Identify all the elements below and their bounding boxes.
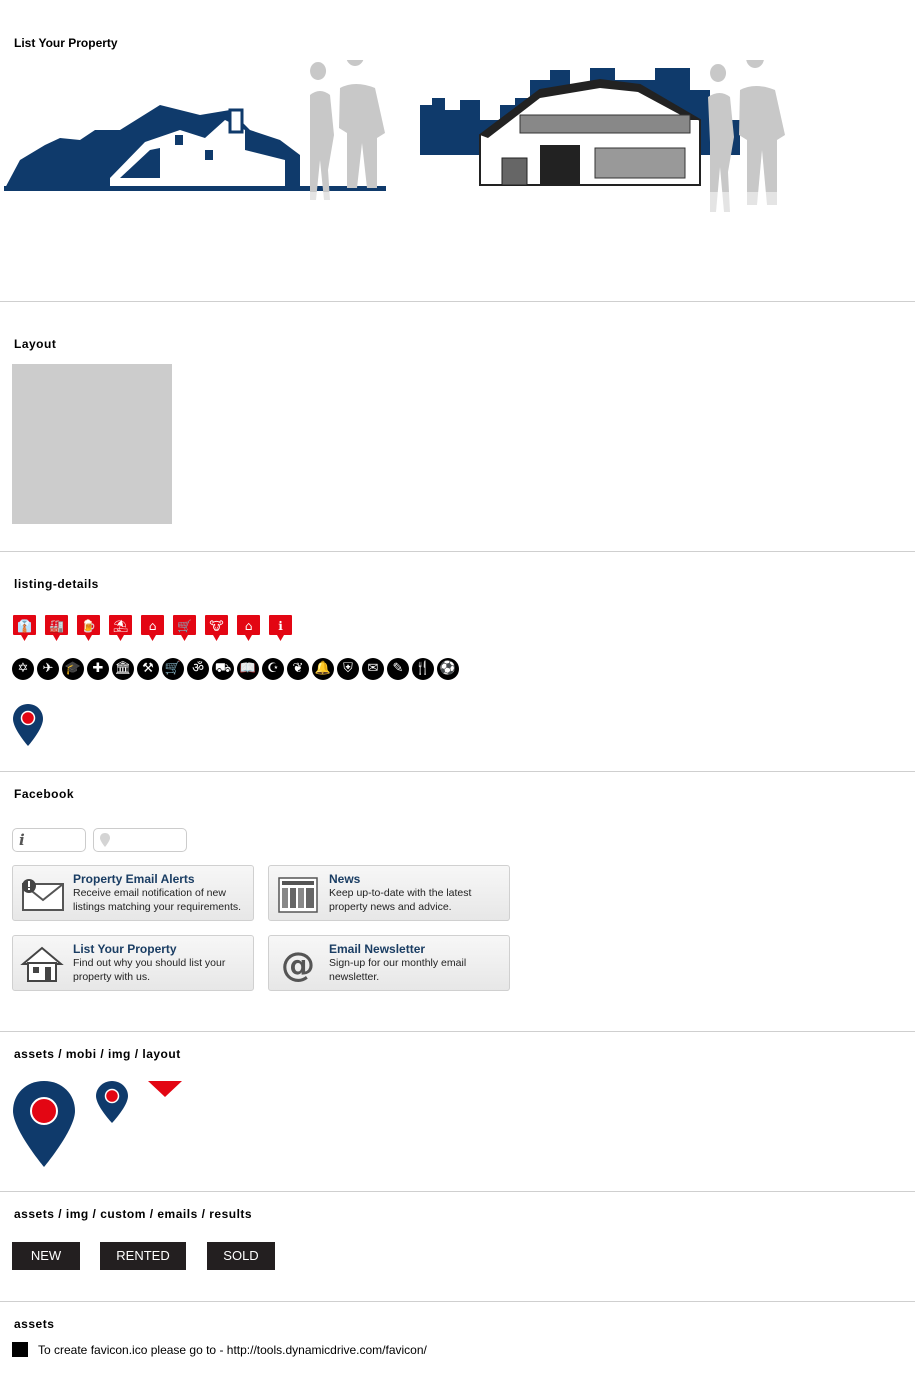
triangle-down-icon — [148, 1081, 182, 1097]
beach-icon: ⛱ — [108, 614, 133, 642]
mobi-layout-title: assets / mobi / img / layout — [14, 1047, 181, 1061]
svg-text:⌂: ⌂ — [245, 619, 253, 633]
bank-icon: 🏛 — [112, 658, 134, 680]
newspaper-icon — [278, 877, 318, 913]
airplane-icon: ✈ — [37, 658, 59, 680]
house-badge-icon: ⌂ — [236, 614, 261, 642]
card-description: Sign-up for our monthly email newsletter… — [329, 957, 467, 983]
pencil-icon: ✎ — [387, 658, 409, 680]
at-sign-icon: @ — [281, 945, 315, 984]
circle-icon-row: ✡ ✈ 🎓 ✚ 🏛 ⚒ 🛒 ॐ ⛟ 📖 ☪ ❦ 🔔 ⛨ ✉ ✎ 🍴 ⚽ — [12, 658, 459, 680]
graduation-cap-icon: 🎓 — [62, 658, 84, 680]
svg-text:🍺: 🍺 — [81, 618, 96, 633]
house-scene-left — [4, 60, 386, 200]
cross-icon: ✚ — [87, 658, 109, 680]
svg-text:⌂: ⌂ — [149, 619, 157, 633]
shopping-cart-icon: 🛒 — [172, 614, 197, 642]
section-divider — [0, 551, 915, 552]
favicon-note: To create favicon.ico please go to - htt… — [38, 1343, 427, 1357]
svg-text:🛒: 🛒 — [177, 619, 192, 633]
crescent-icon: ☪ — [262, 658, 284, 680]
om-icon: ॐ — [187, 658, 209, 680]
hero-banner-image — [0, 60, 800, 272]
layout-placeholder-image — [12, 364, 172, 524]
section-divider — [0, 301, 915, 302]
cutlery-icon: 🍴 — [412, 658, 434, 680]
card-title: Property Email Alerts — [73, 872, 195, 886]
svg-text:ℹ: ℹ — [278, 619, 283, 633]
tie-icon: 👔 — [12, 614, 37, 642]
bell-icon: 🔔 — [312, 658, 334, 680]
list-property-title: List Your Property — [14, 36, 118, 50]
svg-text:🐮: 🐮 — [209, 619, 223, 633]
svg-text:@: @ — [281, 945, 315, 984]
shopping-cart-icon: 🛒 — [162, 658, 184, 680]
section-divider — [0, 1191, 915, 1192]
email-newsletter-card[interactable]: @ Email Newsletter Sign-up for our month… — [268, 935, 510, 991]
book-icon: 📖 — [237, 658, 259, 680]
section-divider — [0, 1031, 915, 1032]
listing-details-title: listing-details — [14, 577, 99, 591]
cow-icon: 🐮 — [204, 614, 229, 642]
new-badge: NEW — [12, 1242, 80, 1270]
card-title: News — [329, 872, 361, 886]
shield-icon: ⛨ — [337, 658, 359, 680]
location-input[interactable] — [93, 828, 187, 852]
svg-text:🏭: 🏭 — [49, 619, 64, 633]
news-card[interactable]: News Keep up-to-date with the latest pro… — [268, 865, 510, 921]
card-title: Email Newsletter — [329, 942, 426, 956]
section-divider — [0, 1301, 915, 1302]
red-pin-icon-row: 👔 🏭 🍺 ⛱ ⌂ 🛒 🐮 ⌂ ℹ — [12, 614, 293, 642]
map-pin-navy-icon — [13, 704, 43, 746]
house-icon — [20, 946, 64, 982]
card-title: List Your Property — [73, 942, 177, 956]
rented-badge: RENTED — [100, 1242, 186, 1270]
info-input[interactable]: i — [12, 828, 86, 852]
home-icon: ⌂ — [140, 614, 165, 642]
list-property-card[interactable]: List Your Property Find out why you shou… — [12, 935, 254, 991]
email-alert-icon — [22, 879, 64, 911]
layout-title: Layout — [14, 337, 57, 351]
svg-text:⛱: ⛱ — [113, 619, 128, 633]
leaf-icon: ❦ — [287, 658, 309, 680]
card-description: Keep up-to-date with the latest property… — [329, 887, 472, 913]
card-description: Find out why you should list your proper… — [73, 957, 226, 983]
favicon-preview — [12, 1342, 28, 1357]
card-description: Receive email notification of new listin… — [73, 887, 242, 913]
location-pin-icon — [100, 833, 110, 847]
svg-text:👔: 👔 — [17, 619, 32, 633]
soccer-ball-icon: ⚽ — [437, 658, 459, 680]
email-alerts-card[interactable]: Property Email Alerts Receive email noti… — [12, 865, 254, 921]
gavel-icon: ⚒ — [137, 658, 159, 680]
envelope-icon: ✉ — [362, 658, 384, 680]
office-scene-right — [420, 60, 785, 212]
map-pin-small-icon — [96, 1081, 128, 1123]
section-divider — [0, 771, 915, 772]
info-i-icon: i — [19, 831, 25, 849]
truck-icon: ⛟ — [212, 658, 234, 680]
facebook-title: Facebook — [14, 787, 75, 801]
map-pin-large-icon — [13, 1081, 75, 1167]
pub-icon: 🍺 — [76, 614, 101, 642]
assets-title: assets — [14, 1317, 55, 1331]
info-icon: ℹ — [268, 614, 293, 642]
factory-icon: 🏭 — [44, 614, 69, 642]
emails-results-title: assets / img / custom / emails / results — [14, 1207, 253, 1221]
sold-badge: SOLD — [207, 1242, 275, 1270]
star-of-david-icon: ✡ — [12, 658, 34, 680]
